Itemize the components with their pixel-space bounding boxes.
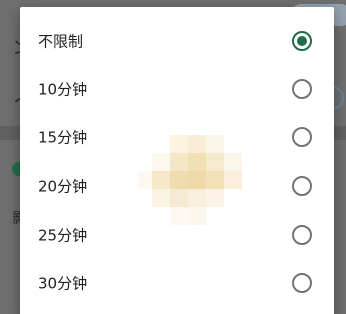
radio-unchecked-icon[interactable]: [292, 176, 312, 196]
option-label: 15分钟: [38, 128, 88, 147]
option-10-min[interactable]: 10分钟: [20, 65, 334, 113]
radio-checked-icon[interactable]: [292, 31, 312, 51]
option-label: 25分钟: [38, 226, 88, 245]
option-label: 30分钟: [38, 274, 88, 293]
option-30-min[interactable]: 30分钟: [20, 259, 334, 307]
radio-unchecked-icon[interactable]: [292, 79, 312, 99]
option-no-limit[interactable]: 不限制: [20, 17, 334, 65]
radio-unchecked-icon[interactable]: [292, 273, 312, 293]
option-label: 10分钟: [38, 80, 88, 99]
option-label: 不限制: [38, 32, 84, 51]
option-label: 20分钟: [38, 177, 88, 196]
radio-unchecked-icon[interactable]: [292, 127, 312, 147]
pixelated-overlay: [138, 135, 248, 235]
screen: ン ノ 影 不限制 10分钟 15分钟 20分钟 25分钟 30分钟: [0, 0, 346, 314]
radio-unchecked-icon[interactable]: [292, 225, 312, 245]
timeout-picker-dialog: 不限制 10分钟 15分钟 20分钟 25分钟 30分钟: [20, 7, 334, 314]
